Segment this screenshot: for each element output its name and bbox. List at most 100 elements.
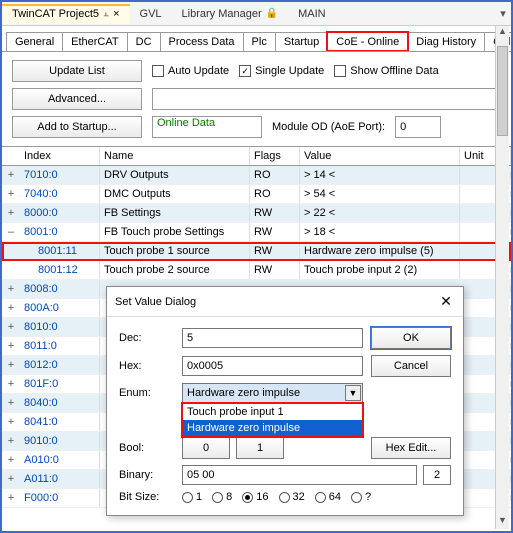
col-header-index[interactable]: Index	[20, 147, 100, 165]
bitsize-radio-8[interactable]: 8	[212, 491, 232, 503]
expand-toggle	[2, 248, 20, 254]
filter-input[interactable]	[152, 88, 501, 110]
enum-option[interactable]: Touch probe input 1	[183, 404, 362, 420]
doc-tab-gvl[interactable]: GVL	[130, 4, 172, 24]
online-data-field[interactable]: Online Data	[152, 116, 262, 138]
close-icon[interactable]: ✕	[437, 293, 455, 310]
ok-button[interactable]: OK	[371, 327, 451, 349]
enum-dropdown-list: Touch probe input 1 Hardware zero impuls…	[182, 403, 363, 437]
table-row[interactable]: +8000:0FB SettingsRW> 22 <	[2, 204, 511, 223]
module-od-input[interactable]	[395, 116, 441, 138]
table-row[interactable]: 8001:11Touch probe 1 sourceRWHardware ze…	[2, 242, 511, 261]
bitsize-radio-1[interactable]: 1	[182, 491, 202, 503]
cell-index: A011:0	[20, 470, 100, 488]
cell-index: A010:0	[20, 451, 100, 469]
expand-toggle[interactable]: –	[2, 223, 20, 241]
cancel-button[interactable]: Cancel	[371, 355, 451, 377]
update-list-button[interactable]: Update List	[12, 60, 142, 82]
doc-tab-main[interactable]: MAIN	[288, 4, 336, 24]
vertical-scrollbar[interactable]: ▲ ▼	[495, 26, 509, 529]
enum-value[interactable]	[182, 383, 363, 403]
table-row[interactable]: –8001:0FB Touch probe SettingsRW> 18 <	[2, 223, 511, 242]
checkbox-label: Single Update	[255, 65, 324, 77]
expand-toggle[interactable]: +	[2, 166, 20, 184]
scroll-thumb[interactable]	[497, 46, 508, 136]
cell-index: 801F:0	[20, 375, 100, 393]
doc-tab-library[interactable]: Library Manager 🔒	[172, 4, 289, 24]
bool-1-button[interactable]: 1	[236, 437, 284, 459]
col-header-value[interactable]: Value	[300, 147, 460, 165]
cell-index: F000:0	[20, 489, 100, 507]
pin-icon[interactable]: ⫠	[103, 8, 109, 19]
sub-tab-general[interactable]: General	[6, 32, 63, 51]
bitsize-radio-64[interactable]: 64	[315, 491, 341, 503]
sub-tab-plc[interactable]: Plc	[243, 32, 276, 51]
sub-tab-startup[interactable]: Startup	[275, 32, 328, 51]
bitsize-label: Bit Size:	[119, 491, 174, 503]
cell-index: 8001:11	[20, 242, 100, 260]
close-icon[interactable]: ×	[113, 8, 119, 20]
cell-value: Hardware zero impulse (5)	[300, 242, 460, 260]
doc-tab-label: GVL	[140, 8, 162, 20]
enum-label: Enum:	[119, 387, 174, 399]
hex-input[interactable]	[182, 356, 363, 376]
col-header-name[interactable]: Name	[100, 147, 250, 165]
expand-toggle[interactable]: +	[2, 451, 20, 469]
expand-toggle[interactable]: +	[2, 280, 20, 298]
hex-edit-button[interactable]: Hex Edit...	[371, 437, 451, 459]
table-row[interactable]: 8001:12Touch probe 2 sourceRWTouch probe…	[2, 261, 511, 280]
expand-toggle[interactable]: +	[2, 375, 20, 393]
cell-value: > 18 <	[300, 223, 460, 241]
table-row[interactable]: +7010:0DRV OutputsRO> 14 <	[2, 166, 511, 185]
dec-input[interactable]	[182, 328, 363, 348]
expand-toggle[interactable]: +	[2, 413, 20, 431]
expand-toggle[interactable]: +	[2, 185, 20, 203]
binary-label: Binary:	[119, 469, 174, 481]
scroll-up-icon[interactable]: ▲	[496, 26, 509, 40]
cell-index: 9010:0	[20, 432, 100, 450]
module-od-label: Module OD (AoE Port):	[272, 121, 385, 133]
enum-combobox[interactable]: ▼ Touch probe input 1 Hardware zero impu…	[182, 383, 363, 403]
expand-toggle[interactable]: +	[2, 318, 20, 336]
checkbox-label: Show Offline Data	[350, 65, 438, 77]
set-value-dialog: Set Value Dialog ✕ Dec: OK Hex: Cancel E…	[106, 286, 464, 516]
cell-flags: RW	[250, 204, 300, 222]
bool-0-button[interactable]: 0	[182, 437, 230, 459]
single-update-checkbox[interactable]: ✓Single Update	[239, 65, 324, 77]
hex-label: Hex:	[119, 360, 174, 372]
expand-toggle[interactable]: +	[2, 489, 20, 507]
add-to-startup-button[interactable]: Add to Startup...	[12, 116, 142, 138]
binary-input[interactable]	[182, 465, 417, 485]
tab-overflow-icon[interactable]: ▾	[495, 7, 511, 20]
expand-toggle[interactable]: +	[2, 394, 20, 412]
enum-option[interactable]: Hardware zero impulse	[183, 420, 362, 436]
sub-tab-coe-online[interactable]: CoE - Online	[327, 32, 408, 51]
table-row[interactable]: +7040:0DMC OutputsRO> 54 <	[2, 185, 511, 204]
bitsize-radio-16[interactable]: 16	[242, 491, 268, 503]
bitsize-radio-32[interactable]: 32	[279, 491, 305, 503]
expand-toggle[interactable]: +	[2, 470, 20, 488]
cell-index: 800A:0	[20, 299, 100, 317]
bitsize-radio-?[interactable]: ?	[351, 491, 371, 503]
expand-toggle[interactable]: +	[2, 432, 20, 450]
advanced-button[interactable]: Advanced...	[12, 88, 142, 110]
cell-index: 8001:12	[20, 261, 100, 279]
expand-toggle[interactable]: +	[2, 356, 20, 374]
sub-tab-diag-history[interactable]: Diag History	[407, 32, 485, 51]
doc-tab-project[interactable]: TwinCAT Project5 ⫠ ×	[2, 4, 130, 24]
show-offline-checkbox[interactable]: Show Offline Data	[334, 65, 438, 77]
doc-tab-label: TwinCAT Project5	[12, 8, 99, 20]
cell-flags: RW	[250, 223, 300, 241]
expand-toggle[interactable]: +	[2, 299, 20, 317]
scroll-down-icon[interactable]: ▼	[496, 515, 509, 529]
binary-len-input[interactable]	[423, 465, 451, 485]
col-header-flags[interactable]: Flags	[250, 147, 300, 165]
auto-update-checkbox[interactable]: Auto Update	[152, 65, 229, 77]
sub-tab-process-data[interactable]: Process Data	[160, 32, 244, 51]
expand-toggle[interactable]: +	[2, 337, 20, 355]
sub-tab-dc[interactable]: DC	[127, 32, 161, 51]
sub-tab-ethercat[interactable]: EtherCAT	[62, 32, 127, 51]
chevron-down-icon[interactable]: ▼	[345, 385, 361, 401]
expand-toggle[interactable]: +	[2, 204, 20, 222]
cell-index: 8001:0	[20, 223, 100, 241]
